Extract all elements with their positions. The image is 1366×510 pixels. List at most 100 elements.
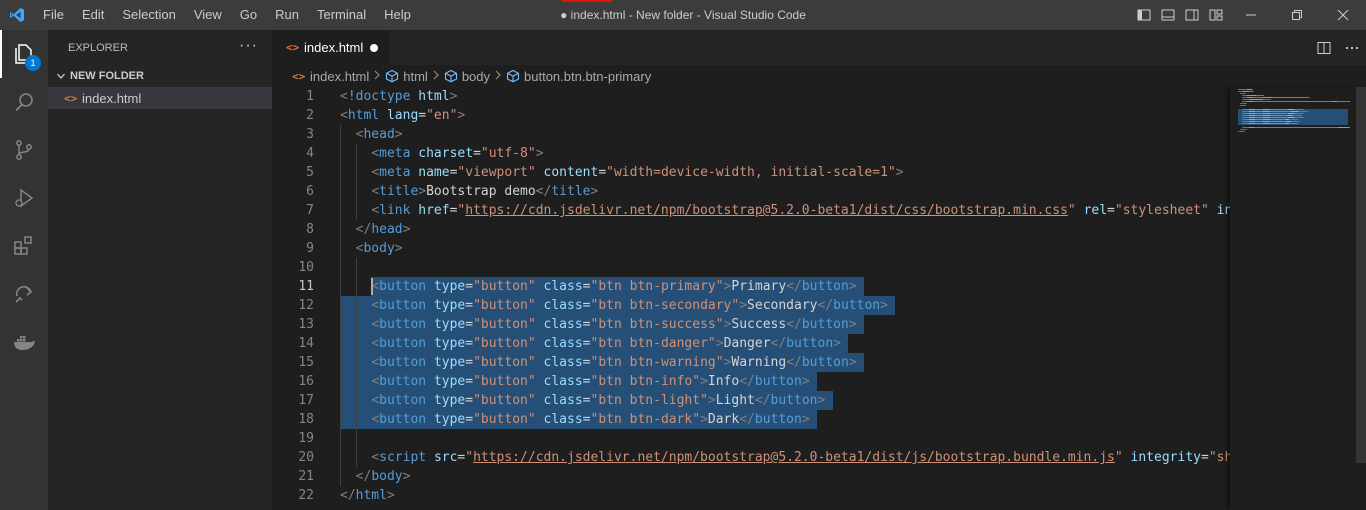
- code-line[interactable]: 22 </html>: [272, 486, 1230, 505]
- code-line[interactable]: 21 </body>: [272, 467, 1230, 486]
- toggle-secondary-sidebar-icon[interactable]: [1180, 0, 1204, 30]
- code-line[interactable]: 5 <meta name="viewport" content="width=d…: [272, 163, 1230, 182]
- minimap-token: [1253, 97, 1263, 98]
- title-bar: File Edit Selection View Go Run Terminal…: [0, 0, 1366, 30]
- code-line[interactable]: 18 <button type="button" class="btn btn-…: [272, 410, 1230, 429]
- line-number: 17: [298, 393, 314, 408]
- minimap-token: [1349, 127, 1350, 128]
- folder-new-folder[interactable]: NEW FOLDER: [48, 65, 272, 87]
- code-line[interactable]: 12 <button type="button" class="btn btn-…: [272, 296, 1230, 315]
- line-number: 11: [298, 279, 314, 294]
- code-line[interactable]: 14 <button type="button" class="btn btn-…: [272, 334, 1230, 353]
- code-line[interactable]: 20 <script src="https://cdn.jsdelivr.net…: [272, 448, 1230, 467]
- title-controls: [1132, 0, 1366, 30]
- scrollbar-thumb[interactable]: [1356, 87, 1366, 463]
- more-actions-icon[interactable]: ···: [239, 38, 258, 54]
- code-line[interactable]: 1 <!doctype html>: [272, 87, 1230, 106]
- minimap-token: [1303, 113, 1304, 114]
- toggle-primary-sidebar-icon[interactable]: [1132, 0, 1156, 30]
- explorer-icon[interactable]: 1: [0, 30, 48, 78]
- minimap-token: [1255, 123, 1263, 124]
- minimap-token: [1297, 123, 1298, 124]
- line-number: 19: [298, 431, 314, 446]
- breadcrumb-button-label: button.btn.btn-primary: [524, 68, 652, 84]
- split-editor-icon[interactable]: [1310, 30, 1338, 65]
- minimap-token: [1245, 93, 1246, 94]
- code-line[interactable]: 8 </head>: [272, 220, 1230, 239]
- minimap-token: [1270, 113, 1287, 114]
- code-text: <!doctype html>: [340, 89, 458, 104]
- minimap-token: [1270, 119, 1284, 120]
- more-actions-icon[interactable]: [1338, 30, 1366, 65]
- menu-file[interactable]: File: [34, 0, 73, 30]
- breadcrumb-file[interactable]: <> index.html: [292, 69, 369, 84]
- minimap-token: [1349, 101, 1350, 102]
- restore-icon[interactable]: [1274, 0, 1320, 30]
- run-debug-icon[interactable]: [0, 174, 48, 222]
- minimap-token: [1288, 109, 1295, 110]
- code-line[interactable]: 19: [272, 429, 1230, 448]
- code-line[interactable]: 11 <button type="button" class="btn btn-…: [272, 277, 1230, 296]
- customize-layout-icon[interactable]: [1204, 0, 1228, 30]
- unsaved-dot-icon[interactable]: [370, 44, 378, 52]
- menu-terminal[interactable]: Terminal: [308, 0, 375, 30]
- minimap-token: [1253, 91, 1254, 92]
- minimap-token: [1264, 97, 1271, 98]
- code-line[interactable]: 3 <head>: [272, 125, 1230, 144]
- menu-go[interactable]: Go: [231, 0, 266, 30]
- code-text: <html lang="en">: [340, 108, 466, 123]
- toggle-panel-icon[interactable]: [1156, 0, 1180, 30]
- minimap-token: [1290, 111, 1299, 112]
- search-icon[interactable]: [0, 78, 48, 126]
- code-line[interactable]: 9 <body>: [272, 239, 1230, 258]
- code-text: <script src="https://cdn.jsdelivr.net/np…: [371, 450, 1230, 465]
- line-number: 7: [306, 203, 314, 218]
- code-line[interactable]: 13 <button type="button" class="btn btn-…: [272, 315, 1230, 334]
- code-line[interactable]: 10: [272, 258, 1230, 277]
- code-line[interactable]: 15 <button type="button" class="btn btn-…: [272, 353, 1230, 372]
- docker-icon[interactable]: [0, 318, 48, 366]
- code-line[interactable]: 16 <button type="button" class="btn btn-…: [272, 372, 1230, 391]
- minimap-token: [1299, 121, 1300, 122]
- source-control-icon[interactable]: [0, 126, 48, 174]
- minimap-token: [1288, 113, 1295, 114]
- menu-help[interactable]: Help: [375, 0, 420, 30]
- tab-index-html[interactable]: <> index.html: [272, 30, 390, 65]
- menu-edit[interactable]: Edit: [73, 0, 113, 30]
- editor-tabs: <> index.html: [272, 30, 1366, 65]
- menu-view[interactable]: View: [185, 0, 231, 30]
- line-number: 5: [306, 165, 314, 180]
- code-line[interactable]: 2 <html lang="en">: [272, 106, 1230, 125]
- line-number: 10: [298, 260, 314, 275]
- minimap[interactable]: [1230, 87, 1356, 510]
- line-number: 15: [298, 355, 314, 370]
- code-text: <button type="button" class="btn btn-sec…: [371, 298, 888, 313]
- menu-run[interactable]: Run: [266, 0, 308, 30]
- editor-scrollbar[interactable]: [1356, 87, 1366, 510]
- code-text: <title>Bootstrap demo</title>: [371, 184, 599, 199]
- minimap-token: [1288, 117, 1295, 118]
- vscode-logo-icon[interactable]: [0, 0, 34, 30]
- line-number: 21: [298, 469, 314, 484]
- code-text: <button type="button" class="btn btn-lig…: [371, 393, 826, 408]
- code-line[interactable]: 4 <meta charset="utf-8">: [272, 144, 1230, 163]
- breadcrumb-html[interactable]: html: [385, 69, 428, 84]
- minimap-token: [1244, 131, 1245, 132]
- minimap-token: [1246, 129, 1247, 130]
- line-number: 12: [298, 298, 314, 313]
- code-line[interactable]: 17 <button type="button" class="btn btn-…: [272, 391, 1230, 410]
- code-line[interactable]: 7 <link href="https://cdn.jsdelivr.net/n…: [272, 201, 1230, 220]
- code-line[interactable]: 6 <title>Bootstrap demo</title>: [272, 182, 1230, 201]
- breadcrumb-body[interactable]: body: [444, 69, 490, 84]
- minimize-icon[interactable]: [1228, 0, 1274, 30]
- line-number: 16: [298, 374, 314, 389]
- code-editor[interactable]: 1 <!doctype html> 2 <html lang="en"> 3 <head…: [272, 87, 1230, 510]
- title-accent-strip: [562, 0, 612, 2]
- extensions-icon[interactable]: [0, 222, 48, 270]
- close-icon[interactable]: [1320, 0, 1366, 30]
- file-item-index-html[interactable]: <> index.html: [48, 87, 272, 109]
- remote-explorer-icon[interactable]: [0, 270, 48, 318]
- minimap-token: [1246, 103, 1247, 104]
- menu-selection[interactable]: Selection: [113, 0, 184, 30]
- breadcrumb-button[interactable]: button.btn.btn-primary: [506, 69, 651, 84]
